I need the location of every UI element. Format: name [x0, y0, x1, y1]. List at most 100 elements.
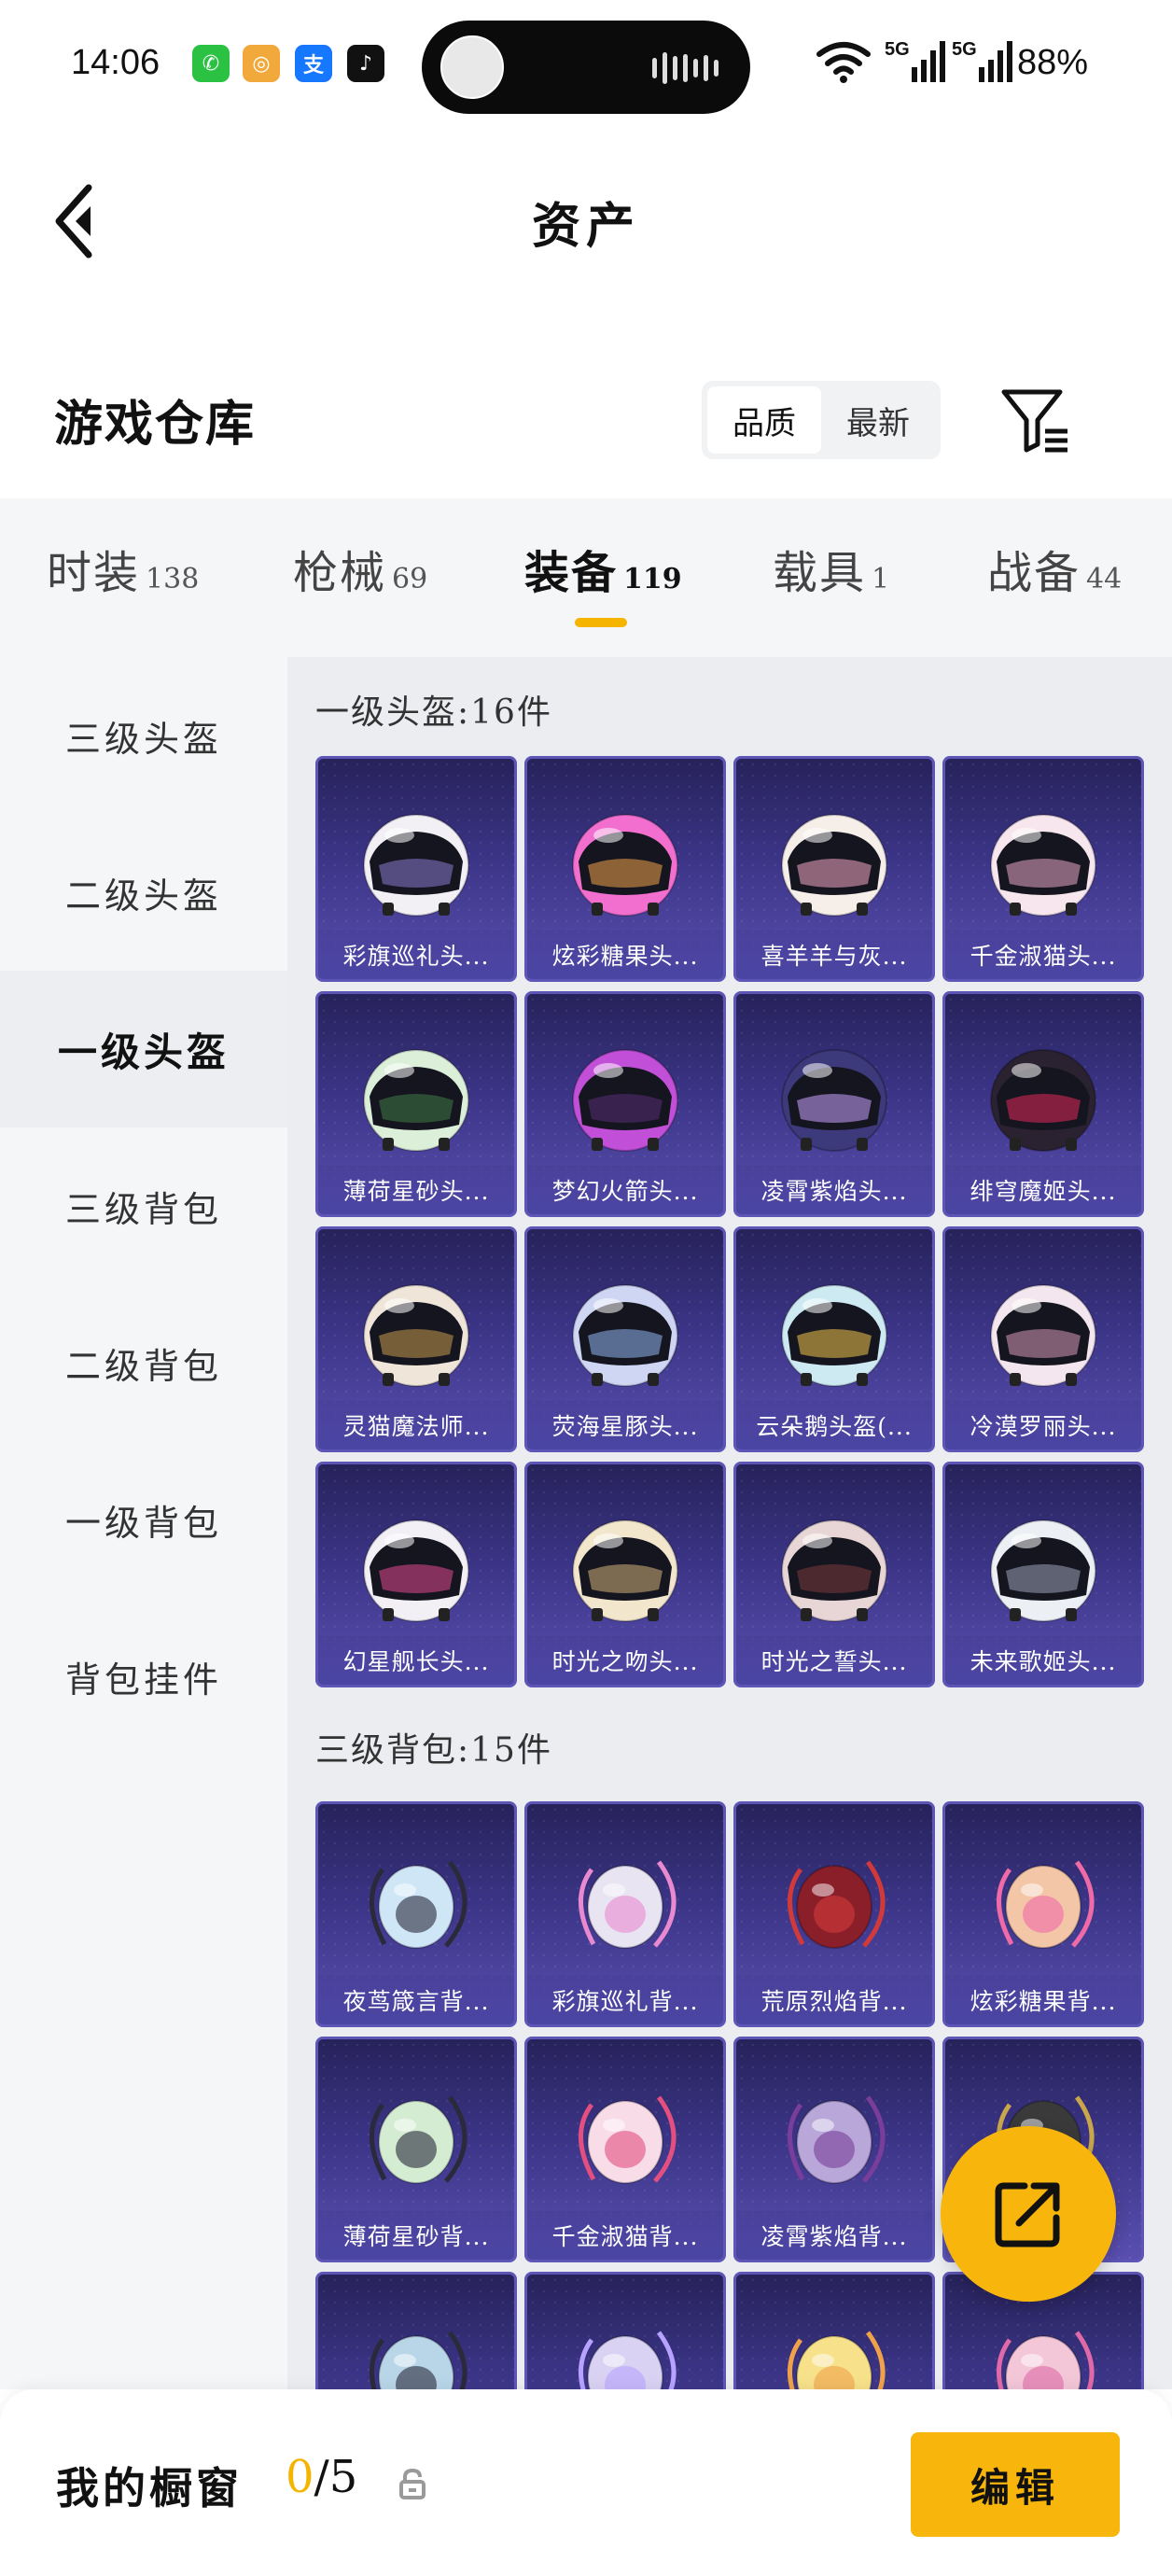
helmet-item-card[interactable]: 荧海星豚头...: [524, 1226, 726, 1452]
showcase-label: 我的橱窗: [56, 2463, 243, 2513]
item-name: 绯穹魔姬头...: [945, 1166, 1141, 1214]
helmet-item-card[interactable]: 凌霄紫焰头...: [733, 991, 935, 1217]
item-name: 凌霄紫焰背...: [736, 2211, 932, 2260]
sidebar-item-backpack-charm[interactable]: 背包挂件: [0, 1598, 287, 1755]
helmet-item-card[interactable]: 未来歌姬头...: [942, 1462, 1144, 1687]
showcase-bar: 我的橱窗 0/5 编辑: [0, 2389, 1172, 2576]
backpack-item-card[interactable]: 彩旗巡礼背...: [524, 1801, 726, 2027]
battery-level: 88%: [1017, 43, 1089, 82]
backpack-item-card[interactable]: [733, 2272, 935, 2389]
backpack-item-card[interactable]: 凌霄紫焰背...: [733, 2037, 935, 2262]
helmet-item-card[interactable]: 灵猫魔法师...: [315, 1226, 517, 1452]
backpack-icon: [370, 2095, 467, 2184]
tab-fashion[interactable]: 时装 138: [47, 536, 199, 601]
tab-count: 44: [1086, 563, 1123, 595]
backpack-item-card[interactable]: 夜茑箴言背...: [315, 1801, 517, 2027]
backpack-item-card[interactable]: 薄荷星砂背...: [315, 2037, 517, 2262]
sidebar-item-level1-backpack[interactable]: 一级背包: [0, 1441, 287, 1598]
sort-toggle: 品质 最新: [702, 381, 941, 459]
backpack-icon: [579, 1860, 677, 1949]
backpack-item-card[interactable]: 千金淑猫背...: [524, 2037, 726, 2262]
helmet-icon: [781, 814, 887, 917]
sidebar-item-level2-backpack[interactable]: 二级背包: [0, 1284, 287, 1441]
backpack-icon: [788, 1860, 886, 1949]
helmet-item-card[interactable]: 炫彩糖果头...: [524, 756, 726, 982]
tab-count: 1: [872, 563, 890, 595]
tab-label: 枪械: [293, 547, 387, 599]
item-name: 时光之吻头...: [527, 1636, 723, 1685]
backpack-item-card[interactable]: 炫彩糖果背...: [942, 1801, 1144, 2027]
helmet-item-card[interactable]: 薄荷星砂头...: [315, 991, 517, 1217]
clock: 14:06: [71, 43, 160, 82]
helmet-icon: [990, 1049, 1096, 1152]
warehouse-title: 游戏仓库: [54, 396, 257, 453]
backpack-icon: [788, 2095, 886, 2184]
item-name: 凌霄紫焰头...: [736, 1166, 932, 1214]
helmet-item-card[interactable]: 时光之吻头...: [524, 1462, 726, 1687]
helmet-icon: [363, 814, 469, 917]
helmet-item-card[interactable]: 喜羊羊与灰...: [733, 756, 935, 982]
tab-count: 119: [623, 563, 682, 595]
helmet-item-card[interactable]: 云朵鹅头盔(...: [733, 1226, 935, 1452]
helmet-item-card[interactable]: 绯穹魔姬头...: [942, 991, 1144, 1217]
helmet-icon: [572, 1519, 678, 1622]
item-name: 荧海星豚头...: [527, 1401, 723, 1449]
page-title: 资产: [531, 198, 640, 255]
backpack-item-card[interactable]: [524, 2272, 726, 2389]
helmet-icon: [363, 1049, 469, 1152]
subcategory-sidebar: 三级头盔 二级头盔 一级头盔 三级背包 二级背包 一级背包 背包挂件: [0, 657, 287, 2389]
item-name: 灵猫魔法师...: [318, 1401, 514, 1449]
dynamic-island[interactable]: [422, 21, 750, 114]
item-name: 夜茑箴言背...: [318, 1976, 514, 2024]
helmet-item-card[interactable]: 冷漠罗丽头...: [942, 1226, 1144, 1452]
wechat-icon: ✆: [192, 45, 230, 82]
tab-label: 载具: [773, 547, 867, 599]
helmet-item-card[interactable]: 梦幻火箭头...: [524, 991, 726, 1217]
helmet-item-card[interactable]: 彩旗巡礼头...: [315, 756, 517, 982]
alipay-icon: 支: [295, 45, 332, 82]
showcase-total: /5: [314, 2451, 358, 2503]
media-avatar: [440, 35, 504, 99]
backpack-icon: [370, 1860, 467, 1949]
helmet-icon: [363, 1284, 469, 1387]
tab-count: 69: [392, 563, 428, 595]
edit-button[interactable]: 编辑: [911, 2432, 1120, 2537]
sidebar-item-level3-backpack[interactable]: 三级背包: [0, 1127, 287, 1284]
item-name: 喜羊羊与灰...: [736, 931, 932, 979]
share-button[interactable]: [941, 2126, 1116, 2302]
status-bar: 14:06 ✆ ◎ 支 ♪ 5G 5G 88%: [0, 0, 1172, 131]
tab-label: 时装: [47, 547, 141, 599]
item-name: 千金淑猫背...: [527, 2211, 723, 2260]
sidebar-item-level2-helmet[interactable]: 二级头盔: [0, 814, 287, 971]
tab-label: 战备: [987, 547, 1081, 599]
helmet-item-card[interactable]: 时光之誓头...: [733, 1462, 935, 1687]
tab-weapons[interactable]: 枪械 69: [293, 536, 427, 601]
backpack-icon: [788, 2331, 886, 2389]
audio-wave-icon: [652, 52, 719, 84]
item-name: 薄荷星砂背...: [318, 2211, 514, 2260]
section-title: 一级头盔:16件: [315, 693, 552, 732]
item-name: 炫彩糖果头...: [527, 931, 723, 979]
item-name: 荒原烈焰背...: [736, 1976, 932, 2024]
filter-icon: [1001, 389, 1067, 453]
backpack-item-card[interactable]: [315, 2272, 517, 2389]
backpack-item-card[interactable]: 荒原烈焰背...: [733, 1801, 935, 2027]
filter-button[interactable]: [998, 383, 1073, 457]
sidebar-item-level3-helmet[interactable]: 三级头盔: [0, 657, 287, 814]
item-name: 幻星舰长头...: [318, 1636, 514, 1685]
tab-equipment[interactable]: 装备 119: [524, 536, 682, 601]
helmet-item-card[interactable]: 千金淑猫头...: [942, 756, 1144, 982]
helmet-icon: [572, 814, 678, 917]
helmet-icon: [572, 1049, 678, 1152]
lock-icon: [399, 2468, 426, 2499]
item-name: 彩旗巡礼头...: [318, 931, 514, 979]
item-name: 炫彩糖果背...: [945, 1976, 1141, 2024]
tab-tactical[interactable]: 战备 44: [987, 536, 1122, 601]
showcase-current: 0: [286, 2451, 314, 2503]
sort-latest-button[interactable]: 最新: [821, 386, 935, 454]
tab-vehicles[interactable]: 载具 1: [773, 536, 889, 601]
helmet-item-card[interactable]: 幻星舰长头...: [315, 1462, 517, 1687]
wifi-icon: [816, 41, 872, 88]
sidebar-item-level1-helmet[interactable]: 一级头盔: [0, 971, 287, 1127]
sort-quality-button[interactable]: 品质: [707, 386, 821, 454]
